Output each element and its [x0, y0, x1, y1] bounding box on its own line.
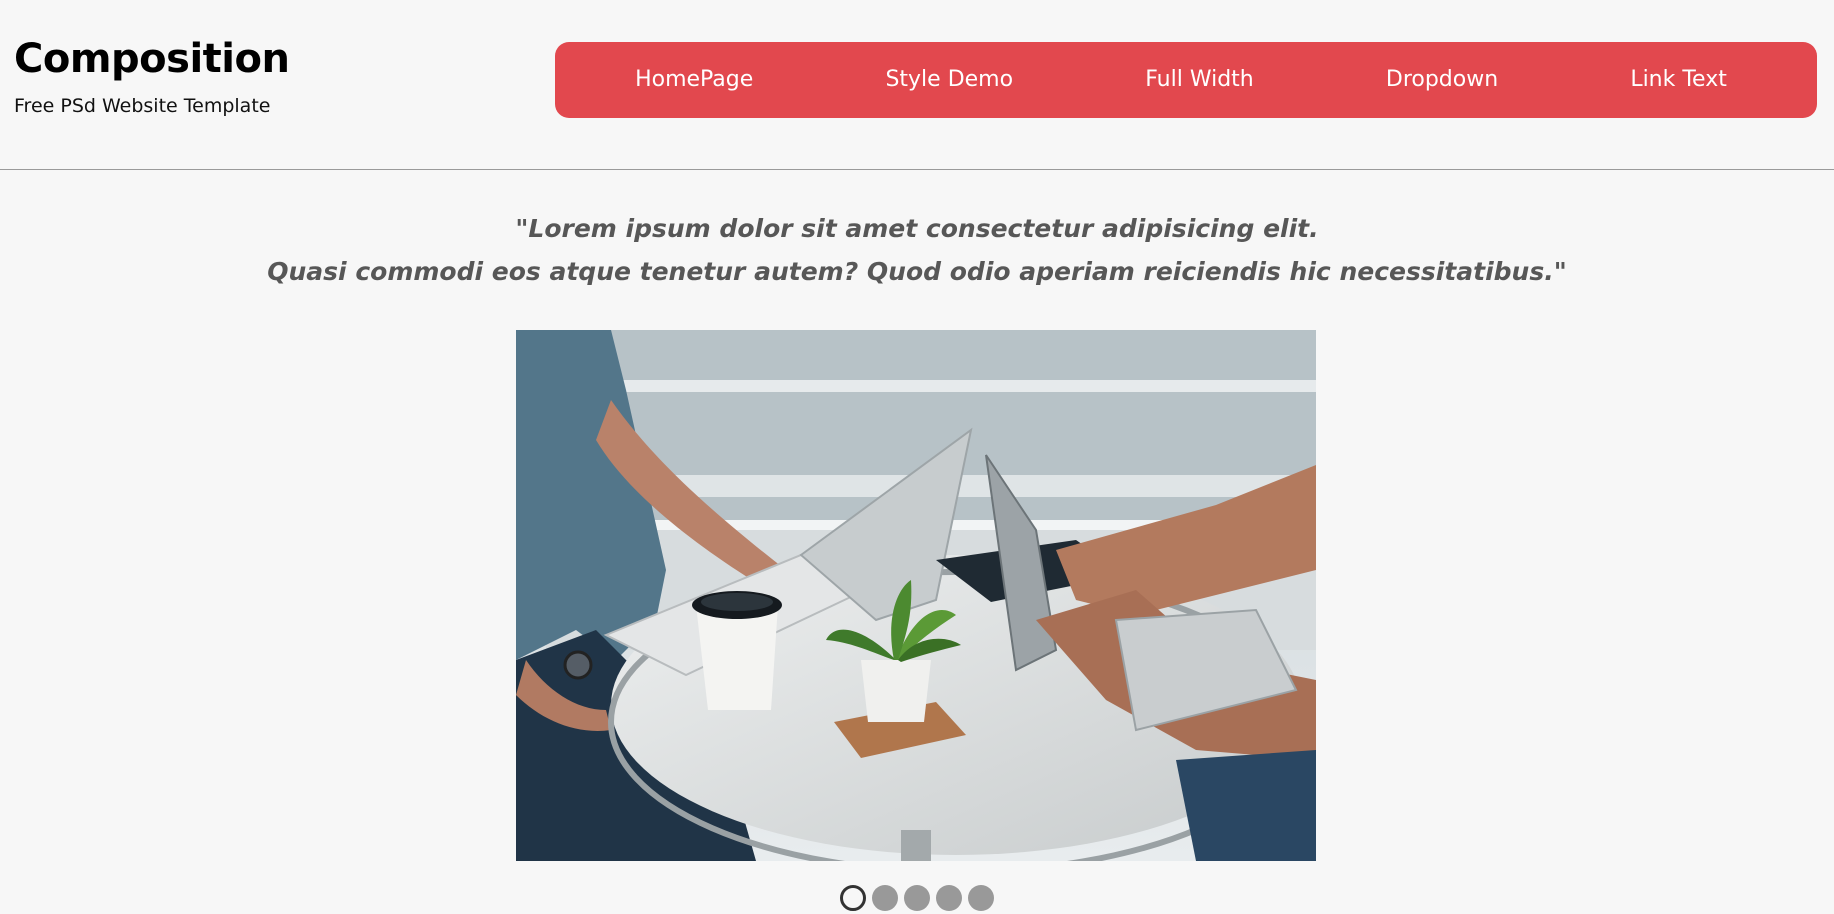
slider-dot-4[interactable]: [936, 885, 962, 911]
slider-dots: [840, 885, 994, 911]
nav-item-link-text[interactable]: Link Text: [1630, 66, 1727, 94]
slider-dot-1[interactable]: [840, 885, 866, 911]
photo-two-people-laptops-coffee-table: [516, 330, 1316, 861]
quote-line-1: "Lorem ipsum dolor sit amet consectetur …: [515, 214, 1319, 243]
site-title[interactable]: Composition: [14, 34, 290, 84]
quote-line-2: Quasi commodi eos atque tenetur autem? Q…: [267, 257, 1567, 286]
slider-image[interactable]: [516, 330, 1316, 861]
brand: Composition Free PSd Website Template: [14, 34, 290, 118]
nav-item-style-demo[interactable]: Style Demo: [885, 66, 1013, 94]
nav-item-dropdown[interactable]: Dropdown: [1386, 66, 1498, 94]
slider-dot-3[interactable]: [904, 885, 930, 911]
site-header: Composition Free PSd Website Template Ho…: [0, 0, 1834, 170]
slider-dot-2[interactable]: [872, 885, 898, 911]
nav-item-full-width[interactable]: Full Width: [1145, 66, 1254, 94]
slider-dot-5[interactable]: [968, 885, 994, 911]
main-nav: HomePage Style Demo Full Width Dropdown …: [555, 42, 1817, 118]
nav-item-homepage[interactable]: HomePage: [635, 66, 753, 94]
site-subtitle: Free PSd Website Template: [14, 95, 271, 117]
intro-quote: "Lorem ipsum dolor sit amet consectetur …: [0, 207, 1834, 293]
